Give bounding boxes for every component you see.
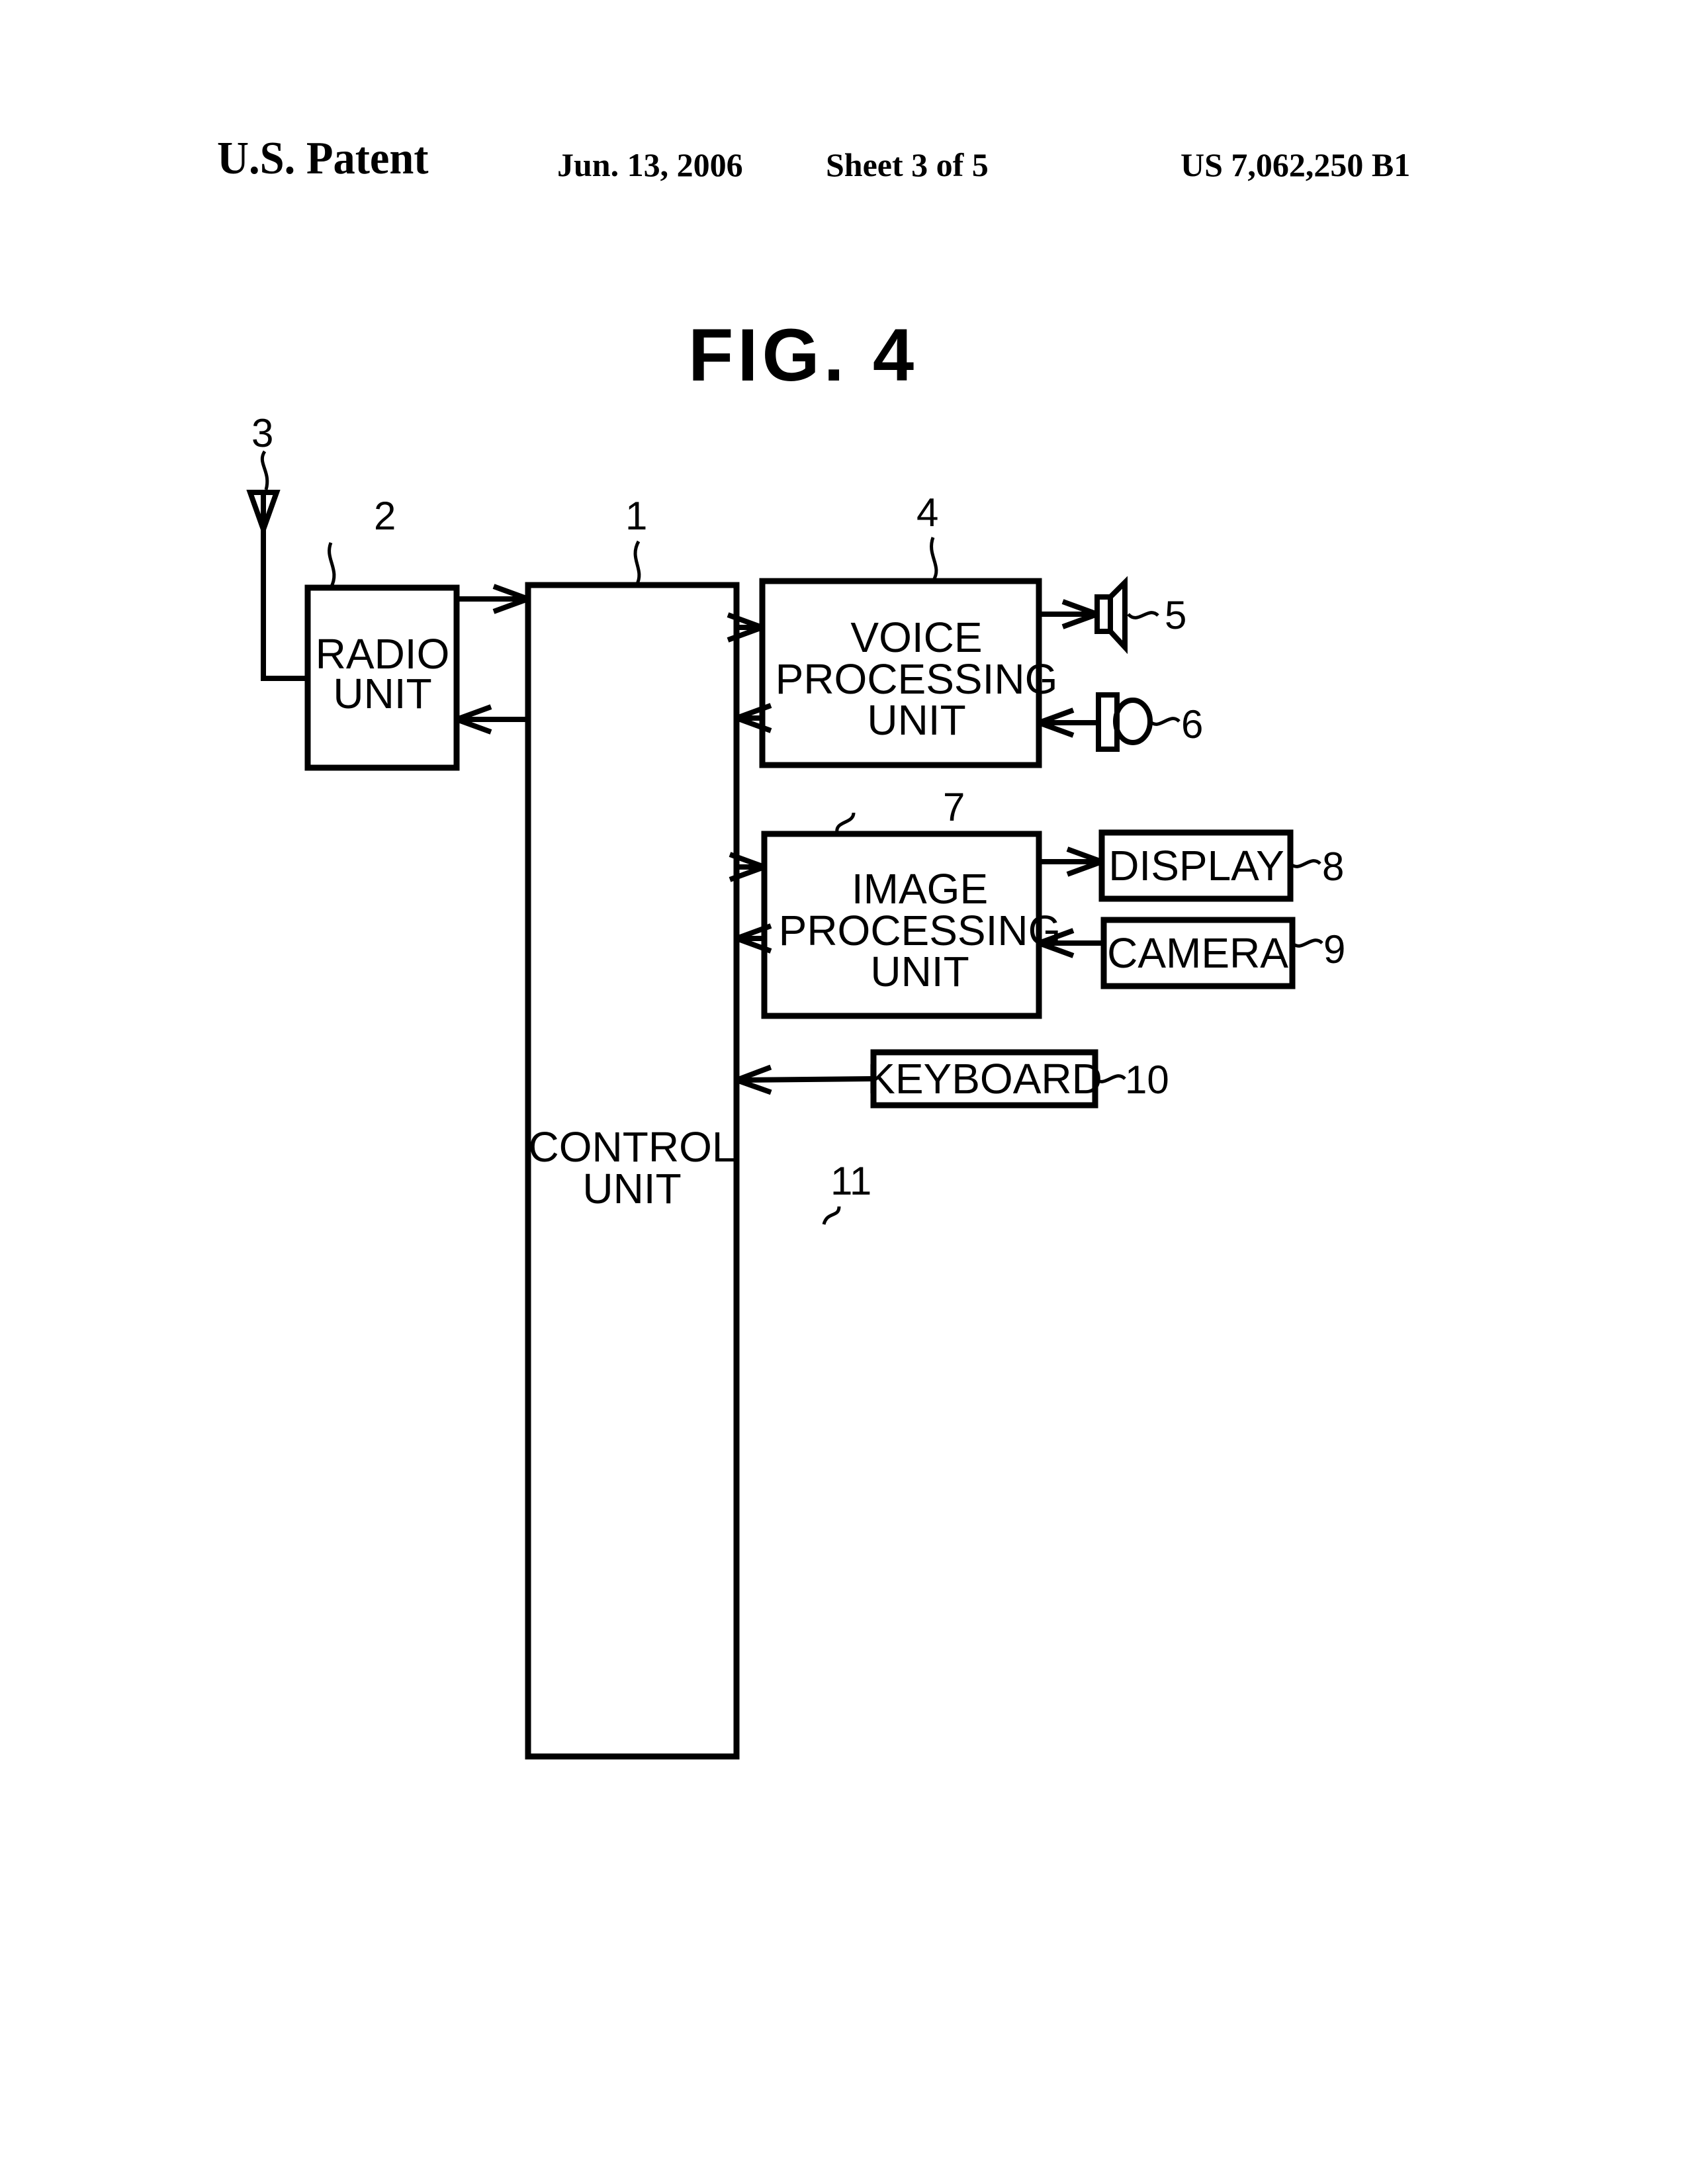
voice-label-3: UNIT <box>867 696 965 744</box>
microphone-icon <box>1096 692 1153 752</box>
block-diagram: .a { marker-end:url(#arrow2); } FIG. 4 3… <box>246 314 1345 1760</box>
radio-unit-label-2: UNIT <box>333 670 431 717</box>
ref-keyboard: 10 <box>1125 1058 1169 1102</box>
ref-control-unit: 1 <box>625 494 647 538</box>
ref-camera: 9 <box>1323 927 1345 972</box>
figure-title: FIG. 4 <box>688 314 918 396</box>
ref-voice: 4 <box>916 490 938 535</box>
image-label-3: UNIT <box>870 948 969 995</box>
antenna-icon <box>246 450 308 681</box>
speaker-icon <box>1094 576 1128 655</box>
ref-microphone: 6 <box>1181 702 1203 747</box>
ref-speaker: 5 <box>1165 593 1186 637</box>
ref-display: 8 <box>1322 844 1344 889</box>
image-label-1: IMAGE <box>852 865 988 913</box>
control-unit-label-1: CONTROL <box>529 1123 736 1171</box>
ref-antenna: 3 <box>251 411 273 455</box>
display-label: DISPLAY <box>1108 842 1284 889</box>
control-unit-label-2: UNIT <box>582 1165 681 1212</box>
ref-radio-unit: 2 <box>374 494 396 538</box>
ref-image: 7 <box>943 785 965 829</box>
ref-power: 11 <box>830 1159 871 1203</box>
camera-label: CAMERA <box>1107 929 1288 977</box>
voice-label-1: VOICE <box>850 614 982 661</box>
keyboard-label: KEYBOARD <box>867 1055 1102 1103</box>
